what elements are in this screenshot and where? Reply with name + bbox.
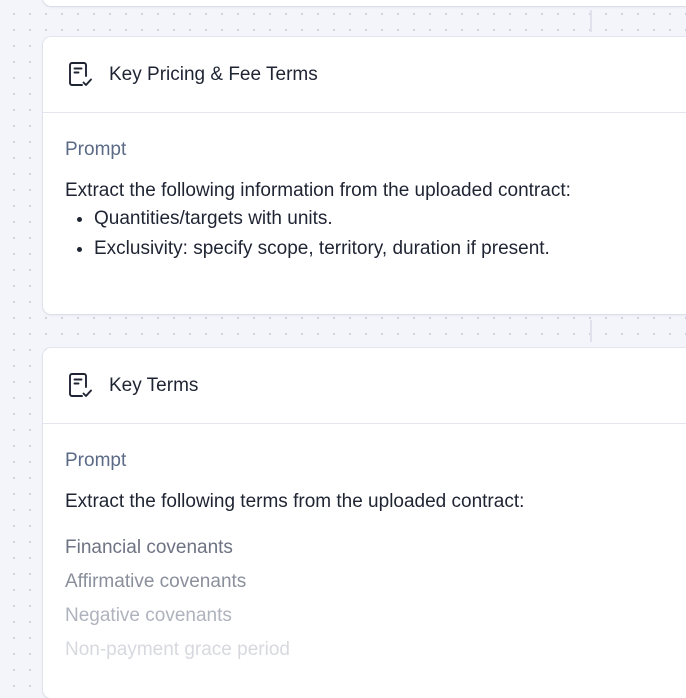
card-body: Prompt Extract the following terms from … [43, 424, 686, 667]
prompt-card-pricing[interactable]: Key Pricing & Fee Terms Prompt Extract t… [43, 37, 686, 314]
prompt-bullet: Quantities/targets with units. [94, 204, 686, 234]
prompt-label: Prompt [65, 139, 127, 160]
document-check-icon [65, 371, 95, 401]
prompt-intro: Extract the following terms from the upl… [65, 491, 525, 512]
card-title: Key Pricing & Fee Terms [109, 63, 318, 85]
prompt-card-key-terms[interactable]: Key Terms Prompt Extract the following t… [43, 348, 686, 698]
prompt-label: Prompt [65, 450, 127, 471]
card-connector [590, 10, 592, 32]
card-connector [590, 320, 592, 342]
previous-card [43, 0, 686, 6]
document-check-icon [65, 60, 95, 90]
card-header: Key Pricing & Fee Terms [43, 37, 686, 113]
term-item: Affirmative covenants [65, 571, 247, 592]
term-item: Non-payment grace period [65, 639, 290, 660]
card-title: Key Terms [109, 374, 199, 396]
prompt-bullet: Exclusivity: specify scope, territory, d… [94, 234, 686, 264]
terms-list: Financial covenants Affirmative covenant… [65, 531, 686, 667]
prompt-bullet-list: Quantities/targets with units. Exclusivi… [65, 204, 686, 264]
card-body: Prompt Extract the following information… [43, 113, 686, 264]
term-item: Financial covenants [65, 537, 233, 558]
term-item: Negative covenants [65, 605, 232, 626]
card-header: Key Terms [43, 348, 686, 424]
prompt-intro: Extract the following information from t… [65, 180, 571, 201]
